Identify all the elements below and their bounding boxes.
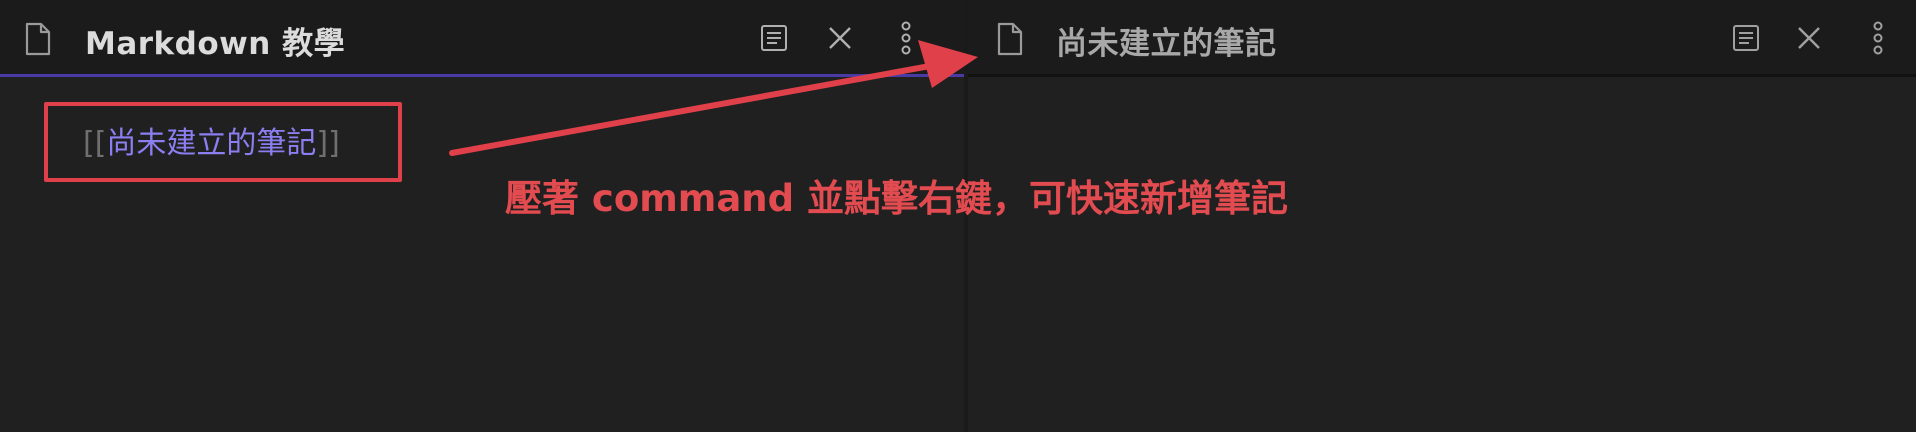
more-options-icon bbox=[1873, 21, 1883, 55]
close-icon bbox=[829, 27, 851, 49]
close-icon bbox=[1798, 27, 1820, 49]
left-pane-title: Markdown 教學 bbox=[85, 26, 346, 62]
annotation-highlight-box bbox=[44, 102, 402, 182]
annotation-text: 壓著 command 並點擊右鍵，可快速新增筆記 bbox=[505, 177, 1289, 220]
reading-view-button[interactable] bbox=[756, 20, 792, 56]
file-icon bbox=[997, 22, 1023, 56]
more-options-button[interactable] bbox=[1860, 20, 1896, 56]
more-options-icon bbox=[901, 21, 911, 55]
right-pane-title: 尚未建立的筆記 bbox=[1056, 26, 1277, 62]
reading-view-icon bbox=[761, 25, 787, 51]
reading-view-icon bbox=[1733, 25, 1759, 51]
more-options-button[interactable] bbox=[888, 20, 924, 56]
reading-view-button[interactable] bbox=[1728, 20, 1764, 56]
file-icon bbox=[25, 22, 51, 56]
close-pane-button[interactable] bbox=[1791, 20, 1827, 56]
left-pane-header: Markdown 教學 bbox=[0, 0, 964, 77]
close-pane-button[interactable] bbox=[822, 20, 858, 56]
right-pane-header: 尚未建立的筆記 bbox=[968, 0, 1916, 77]
